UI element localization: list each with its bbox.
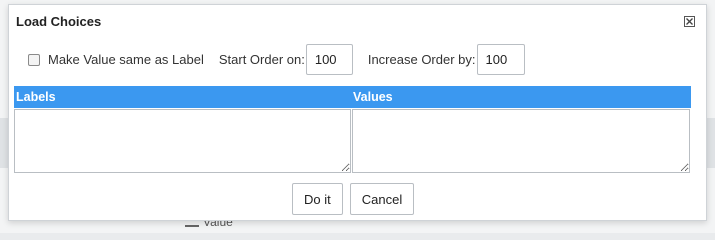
make-value-same-checkbox[interactable] <box>28 53 40 66</box>
start-order-label: Start Order on: <box>218 52 305 67</box>
columns-header: Labels Values <box>14 86 691 108</box>
labels-column-header: Labels <box>16 90 56 104</box>
increase-order-label: Increase Order by: <box>367 52 476 67</box>
options-row: Make Value same as Label Start Order on:… <box>28 43 525 76</box>
load-choices-dialog: Load Choices Make Value same as Label St… <box>8 4 707 221</box>
make-value-same-label: Make Value same as Label <box>48 52 204 67</box>
dialog-title: Load Choices <box>16 14 102 29</box>
cancel-button[interactable]: Cancel <box>349 183 415 215</box>
start-order-input[interactable] <box>305 44 353 75</box>
labels-textarea[interactable] <box>14 109 351 173</box>
dialog-actions: Do it Cancel <box>292 183 415 215</box>
choice-textareas <box>14 109 691 173</box>
do-it-button[interactable]: Do it <box>292 183 343 215</box>
values-column-header: Values <box>353 90 393 104</box>
values-textarea[interactable] <box>352 109 690 173</box>
close-icon <box>686 18 693 25</box>
close-button[interactable] <box>684 16 695 27</box>
increase-order-input[interactable] <box>476 44 525 75</box>
